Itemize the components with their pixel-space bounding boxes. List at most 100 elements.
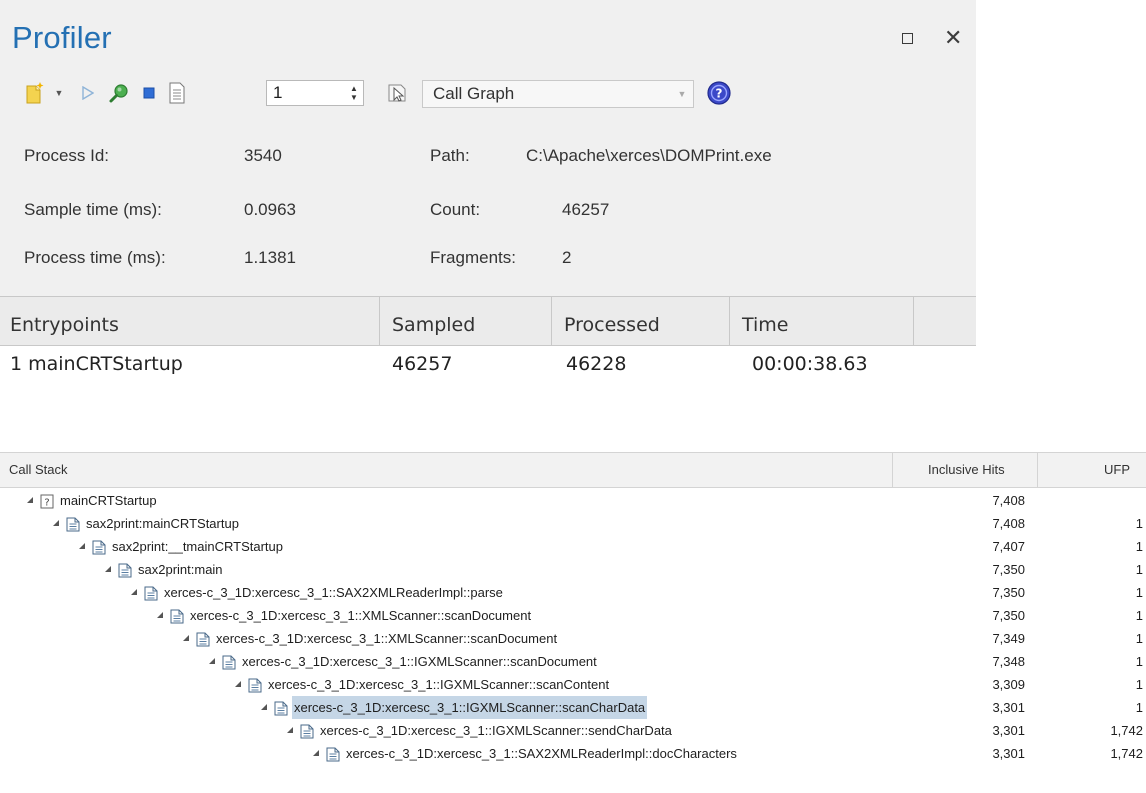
col-processed[interactable]: Processed [552,297,730,345]
file-icon [144,585,158,601]
ufp-cell: 1 [1135,677,1143,692]
tree-row-label: xerces-c_3_1D:xercesc_3_1::SAX2XMLReader… [346,746,737,761]
count-label: Count: [430,200,481,219]
col-sampled[interactable]: Sampled [380,297,552,345]
tree-row-label: sax2print:__tmainCRTStartup [112,539,284,554]
inclusive-hits-cell: 7,408 [992,493,1025,508]
tree-row[interactable]: ? mainCRTStartup 7,408 [0,489,1146,512]
fragment-spinner[interactable]: 1 ▲ ▼ [266,80,364,106]
file-icon [222,654,236,670]
ufp-cell: 1 [1135,516,1143,531]
report-type-value: Call Graph [433,84,515,103]
ufp-cell: 1,742 [1110,723,1143,738]
process-id-label: Process Id: [24,146,110,165]
ufp-cell: 1 [1135,631,1143,646]
expand-arrow-icon[interactable] [261,704,267,710]
file-icon [326,746,340,762]
report-type-select[interactable]: Call Graph ▼ [422,80,694,108]
process-id-value: 3540 [244,146,282,165]
expand-arrow-icon[interactable] [105,566,111,572]
inclusive-hits-cell: 3,301 [992,723,1025,738]
file-icon [170,608,184,624]
tree-row-label: mainCRTStartup [60,493,157,508]
chevron-down-icon[interactable]: ▼ [671,89,693,99]
expand-arrow-icon[interactable] [79,543,85,549]
file-icon [274,700,288,716]
tree-row-label: xerces-c_3_1D:xercesc_3_1::IGXMLScanner:… [242,654,597,669]
entrypoints-grid: Entrypoints Sampled Processed Time 1 mai… [0,296,976,398]
tree-row-label: xerces-c_3_1D:xercesc_3_1::XMLScanner::s… [190,608,532,623]
entrypoint-row[interactable]: 1 mainCRTStartup 46257 46228 00:00:38.63 [0,346,976,398]
tree-row[interactable]: xerces-c_3_1D:xercesc_3_1::IGXMLScanner:… [0,719,1146,742]
expand-arrow-icon[interactable] [313,750,319,756]
ufp-cell: 1 [1135,539,1143,554]
ufp-cell: 1 [1135,654,1143,669]
stop-icon[interactable] [138,80,160,106]
expand-arrow-icon[interactable] [287,727,293,733]
spinner-value: 1 [273,83,283,102]
file-icon [248,677,262,693]
tree-row-label: xerces-c_3_1D:xercesc_3_1::SAX2XMLReader… [164,585,503,600]
col-inclusive-hits[interactable]: Inclusive Hits [893,453,1038,487]
inclusive-hits-cell: 7,407 [992,539,1025,554]
col-call-stack[interactable]: Call Stack [0,453,893,487]
expand-arrow-icon[interactable] [183,635,189,641]
maximize-button[interactable] [902,33,913,44]
call-stack-tree: Call Stack Inclusive Hits UFP ? mainCRTSt… [0,452,1146,793]
tree-row[interactable]: xerces-c_3_1D:xercesc_3_1::IGXMLScanner:… [0,650,1146,673]
entrypoints-header: Entrypoints Sampled Processed Time [0,296,976,346]
tree-row-label: xerces-c_3_1D:xercesc_3_1::IGXMLScanner:… [320,723,672,738]
tree-row-label: xerces-c_3_1D:xercesc_3_1::IGXMLScanner:… [268,677,610,692]
ufp-cell: 1 [1135,562,1143,577]
tree-row[interactable]: sax2print:main 7,350 1 [0,558,1146,581]
path-value: C:\Apache\xerces\DOMPrint.exe [526,146,772,165]
unknown-icon: ? [40,493,54,509]
fragments-value: 2 [562,248,572,267]
inclusive-hits-cell: 7,350 [992,608,1025,623]
expand-arrow-icon[interactable] [131,589,137,595]
tree-row[interactable]: sax2print:mainCRTStartup 7,408 1 [0,512,1146,535]
inclusive-hits-cell: 3,309 [992,677,1025,692]
path-label: Path: [430,146,470,165]
expand-arrow-icon[interactable] [53,520,59,526]
tree-row[interactable]: xerces-c_3_1D:xercesc_3_1::SAX2XMLReader… [0,742,1146,765]
new-profile-icon[interactable] [22,80,48,106]
ufp-cell: 1 [1135,700,1143,715]
tree-row[interactable]: xerces-c_3_1D:xercesc_3_1::SAX2XMLReader… [0,581,1146,604]
spinner-arrows-icon[interactable]: ▲ ▼ [345,84,363,102]
file-icon [300,723,314,739]
inclusive-hits-cell: 7,350 [992,562,1025,577]
inclusive-hits-cell: 7,348 [992,654,1025,669]
tree-row[interactable]: xerces-c_3_1D:xercesc_3_1::IGXMLScanner:… [0,696,1146,719]
cursor-report-icon[interactable] [384,80,410,106]
close-button[interactable]: ✕ [944,27,962,49]
col-entrypoints[interactable]: Entrypoints [0,297,380,345]
tree-row-label: xerces-c_3_1D:xercesc_3_1::IGXMLScanner:… [292,696,648,719]
tree-row[interactable]: xerces-c_3_1D:xercesc_3_1::XMLScanner::s… [0,604,1146,627]
chevron-down-icon[interactable]: ▼ [52,80,66,106]
expand-arrow-icon[interactable] [235,681,241,687]
inclusive-hits-cell: 3,301 [992,700,1025,715]
help-icon[interactable]: ? [704,80,734,106]
expand-arrow-icon[interactable] [209,658,215,664]
play-icon[interactable] [80,80,96,106]
profiler-panel: Profiler ✕ ▼ 1 ▲ ▼ Call Graph ▼ ? Proces… [0,0,976,398]
entry-sampled: 46257 [392,353,453,375]
file-icon [196,631,210,647]
ufp-cell: 1 [1135,608,1143,623]
tree-row[interactable]: sax2print:__tmainCRTStartup 7,407 1 [0,535,1146,558]
col-time[interactable]: Time [730,297,914,345]
file-icon [92,539,106,555]
tree-row[interactable]: xerces-c_3_1D:xercesc_3_1::IGXMLScanner:… [0,673,1146,696]
svg-text:?: ? [44,498,49,509]
entry-processed: 46228 [566,353,627,375]
tree-row[interactable]: xerces-c_3_1D:xercesc_3_1::XMLScanner::s… [0,627,1146,650]
inclusive-hits-cell: 3,301 [992,746,1025,761]
expand-arrow-icon[interactable] [27,497,33,503]
col-ufp[interactable]: UFP [1038,453,1146,487]
report-icon[interactable] [164,80,190,106]
inclusive-hits-cell: 7,408 [992,516,1025,531]
expand-arrow-icon[interactable] [157,612,163,618]
search-icon[interactable] [106,80,132,106]
tree-row-label: xerces-c_3_1D:xercesc_3_1::XMLScanner::s… [216,631,558,646]
